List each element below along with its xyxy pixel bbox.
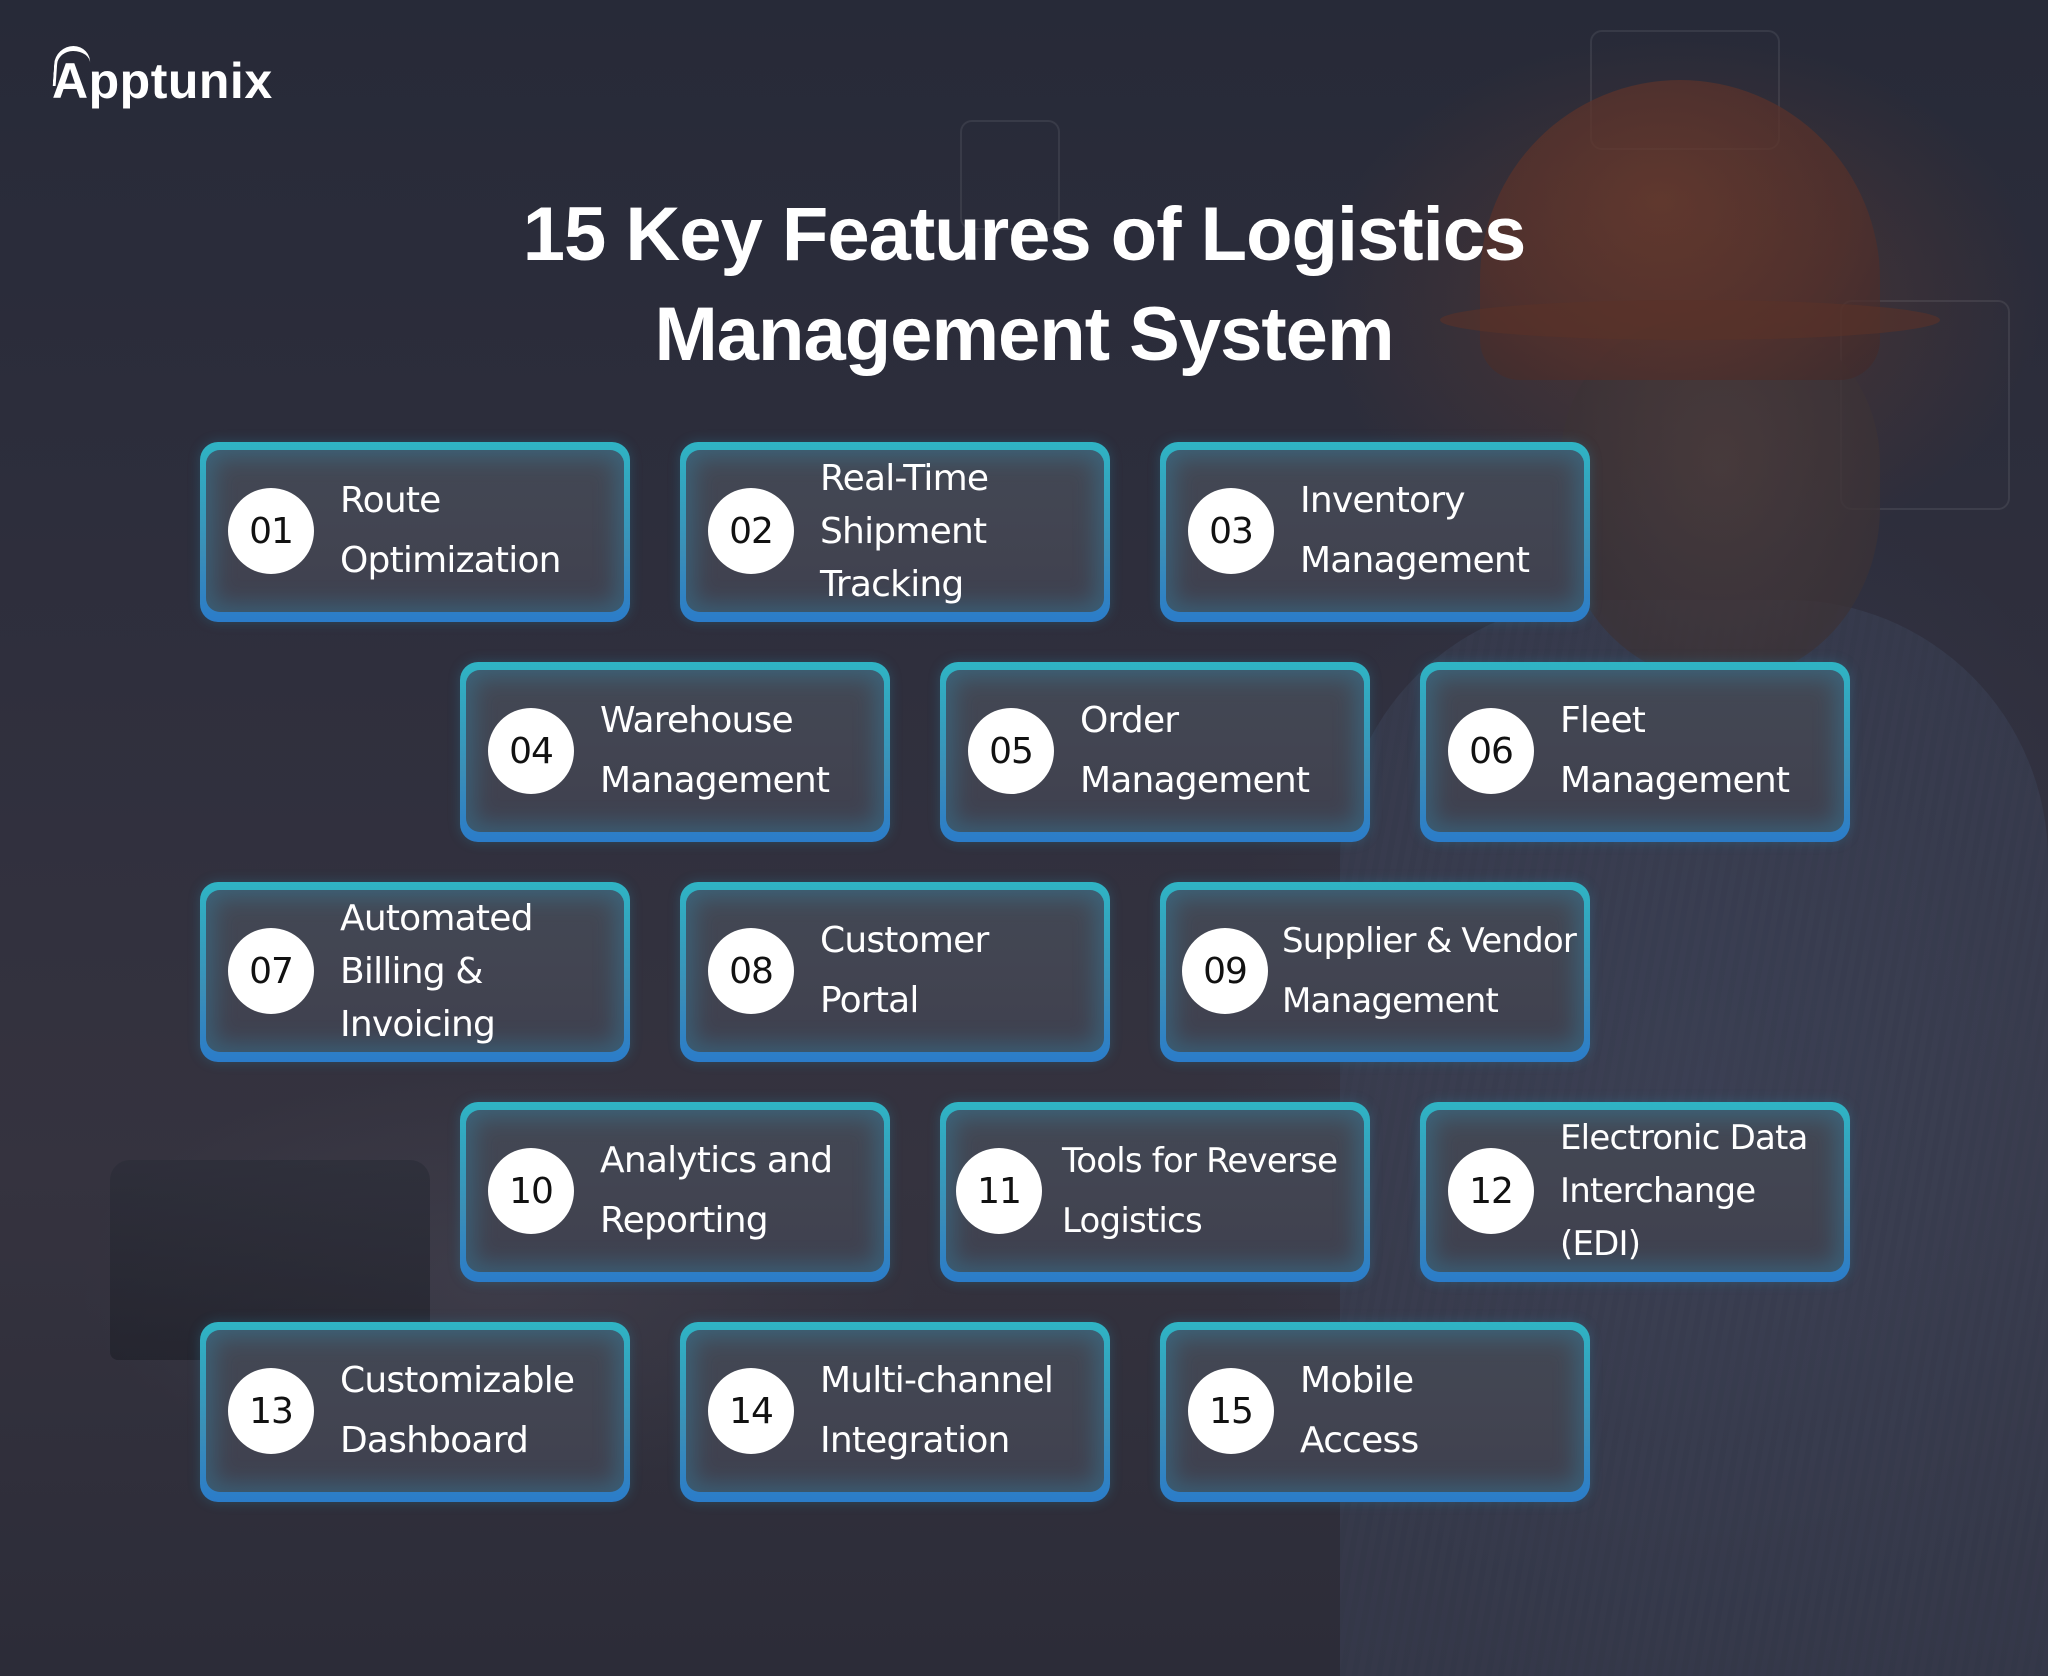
logo-arc-icon <box>52 46 92 86</box>
feature-label: Route Optimization <box>340 480 562 581</box>
feature-number-badge: 01 <box>228 488 314 574</box>
feature-number-badge: 10 <box>488 1148 574 1234</box>
feature-number-badge: 05 <box>968 708 1054 794</box>
feature-card: 12 Electronic Data Interchange (EDI) <box>1420 1102 1850 1282</box>
feature-number-badge: 12 <box>1448 1148 1534 1234</box>
feature-number-badge: 04 <box>488 708 574 794</box>
feature-card: 11 Tools for Reverse Logistics <box>940 1102 1370 1282</box>
feature-card: 01 Route Optimization <box>200 442 630 622</box>
feature-number-badge: 13 <box>228 1368 314 1454</box>
feature-card: 09 Supplier & Vendor Management <box>1160 882 1590 1062</box>
feature-label: Warehouse Management <box>600 700 830 801</box>
feature-label: Inventory Management <box>1300 480 1530 581</box>
feature-card: 08 Customer Portal <box>680 882 1110 1062</box>
feature-card: 02 Real-Time Shipment Tracking <box>680 442 1110 622</box>
page-title: 15 Key Features of Logistics Management … <box>0 185 2048 385</box>
feature-number-badge: 09 <box>1182 928 1268 1014</box>
feature-label: Automated Billing & Invoicing <box>340 897 533 1045</box>
feature-card: 07 Automated Billing & Invoicing <box>200 882 630 1062</box>
feature-label: Tools for Reverse Logistics <box>1062 1141 1338 1241</box>
feature-label: Electronic Data Interchange (EDI) <box>1560 1117 1808 1264</box>
feature-number-badge: 15 <box>1188 1368 1274 1454</box>
feature-label: Real-Time Shipment Tracking <box>820 457 989 605</box>
brand-logo: Apptunix <box>52 46 273 110</box>
feature-number-badge: 08 <box>708 928 794 1014</box>
feature-number-badge: 11 <box>956 1148 1042 1234</box>
feature-card: 04 Warehouse Management <box>460 662 890 842</box>
feature-card: 10 Analytics and Reporting <box>460 1102 890 1282</box>
feature-label: Multi-channel Integration <box>820 1360 1054 1461</box>
feature-number-badge: 06 <box>1448 708 1534 794</box>
feature-label: Customizable Dashboard <box>340 1360 575 1461</box>
feature-label: Analytics and Reporting <box>600 1140 833 1241</box>
title-line-2: Management System <box>654 292 1394 377</box>
feature-label: Supplier & Vendor Management <box>1282 921 1577 1021</box>
feature-label: Order Management <box>1080 700 1310 801</box>
feature-number-badge: 03 <box>1188 488 1274 574</box>
feature-label: Mobile Access <box>1300 1360 1419 1461</box>
feature-card: 15 Mobile Access <box>1160 1322 1590 1502</box>
feature-card: 13 Customizable Dashboard <box>200 1322 630 1502</box>
feature-card: 06 Fleet Management <box>1420 662 1850 842</box>
feature-number-badge: 07 <box>228 928 314 1014</box>
title-line-1: 15 Key Features of Logistics <box>522 192 1527 277</box>
feature-number-badge: 02 <box>708 488 794 574</box>
feature-card: 14 Multi-channel Integration <box>680 1322 1110 1502</box>
feature-card: 05 Order Management <box>940 662 1370 842</box>
feature-number-badge: 14 <box>708 1368 794 1454</box>
feature-label: Customer Portal <box>820 920 989 1021</box>
feature-label: Fleet Management <box>1560 700 1790 801</box>
feature-card: 03 Inventory Management <box>1160 442 1590 622</box>
